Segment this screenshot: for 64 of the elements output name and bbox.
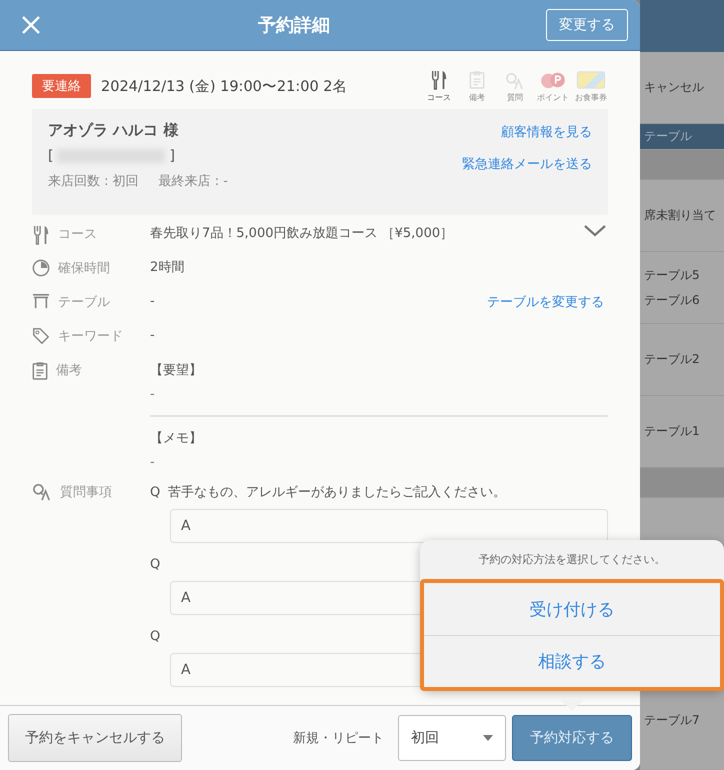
feature-label: ポイント <box>537 92 569 102</box>
popover-title: 予約の対応方法を選択してください。 <box>478 552 666 568</box>
status-badge: 要連絡 <box>32 74 91 98</box>
reservation-datetime: 2024/12/13 (金) 19:00〜21:00 2名 <box>101 78 349 96</box>
respond-button[interactable]: 予約対応する <box>512 715 632 761</box>
customer-type-label: 新規・リピート <box>293 730 384 747</box>
clipboard-icon <box>32 361 48 381</box>
fork-knife-icon <box>32 225 50 245</box>
field-value: - <box>150 327 155 345</box>
edit-button[interactable]: 変更する <box>546 9 628 41</box>
field-value: - <box>150 293 155 311</box>
dropdown-caret-icon <box>483 735 493 741</box>
close-button[interactable] <box>20 14 42 36</box>
field-value: 2時間 <box>150 259 184 277</box>
table-icon <box>32 293 50 309</box>
background-list-text: テーブル1 <box>644 423 701 440</box>
background-list-text: テーブル2 <box>644 351 701 368</box>
background-list-text: テーブル <box>644 128 693 145</box>
change-table-link[interactable]: テーブルを変更する <box>487 293 604 311</box>
answer-field[interactable]: A <box>170 509 608 543</box>
bracket: ] <box>169 148 175 164</box>
feature-label: 備考 <box>469 92 485 102</box>
field-label: キーワード <box>58 328 123 345</box>
background-list-text: キャンセル <box>644 79 705 96</box>
tag-icon <box>32 327 50 345</box>
coin-icon <box>540 70 566 90</box>
question-text: 苦手なもの、アレルギーがありましたらご記入ください。 <box>168 484 506 502</box>
clipboard-icon <box>469 70 485 90</box>
dialog-title: 予約詳細 <box>257 14 331 37</box>
customer-type-select[interactable]: 初回 <box>398 715 506 761</box>
visit-count: 来店回数 : 初回 <box>48 173 139 190</box>
cancel-reservation-button[interactable]: 予約をキャンセルする <box>8 714 182 762</box>
note-heading: 【要望】 <box>150 362 203 380</box>
note-heading: 【メモ】 <box>150 430 203 448</box>
last-visit: 最終来店 : - <box>158 173 228 190</box>
field-label: 確保時間 <box>58 260 110 277</box>
question-prefix: Q <box>150 556 160 574</box>
feature-label: コース <box>427 92 451 102</box>
chevron-down-icon[interactable] <box>584 225 606 237</box>
background-list-text: テーブル7 <box>644 712 701 729</box>
question-prefix: Q <box>150 484 160 502</box>
note-text: - <box>150 386 156 404</box>
question-answer-icon <box>505 72 525 90</box>
field-label: テーブル <box>58 294 110 311</box>
background-list-text: テーブル6 <box>644 292 701 308</box>
background-list-text: テーブル5 <box>644 266 701 284</box>
field-value: 春先取り7品！5,000円飲み放題コース ［¥5,000］ <box>150 225 454 243</box>
note-text: - <box>150 454 156 472</box>
fork-knife-icon <box>430 70 448 90</box>
close-icon <box>21 15 41 35</box>
customer-link[interactable]: 顧客情報を見る <box>501 123 592 141</box>
field-label: 質問事項 <box>60 484 112 501</box>
customer-link[interactable]: 緊急連絡メールを送る <box>462 155 592 173</box>
customer-name: アオゾラ ハルコ 様 <box>48 121 180 140</box>
bracket: [ <box>48 148 54 164</box>
question-prefix: Q <box>150 628 160 646</box>
background-list-text: 席未割り当て <box>644 207 717 224</box>
feature-label: 質問 <box>507 92 523 102</box>
feature-label: お食事券 <box>575 92 607 102</box>
field-label: コース <box>58 226 97 243</box>
field-label: 備考 <box>56 362 82 379</box>
clock-icon <box>32 259 50 277</box>
question-answer-icon <box>32 483 52 501</box>
ticket-icon <box>576 70 606 90</box>
